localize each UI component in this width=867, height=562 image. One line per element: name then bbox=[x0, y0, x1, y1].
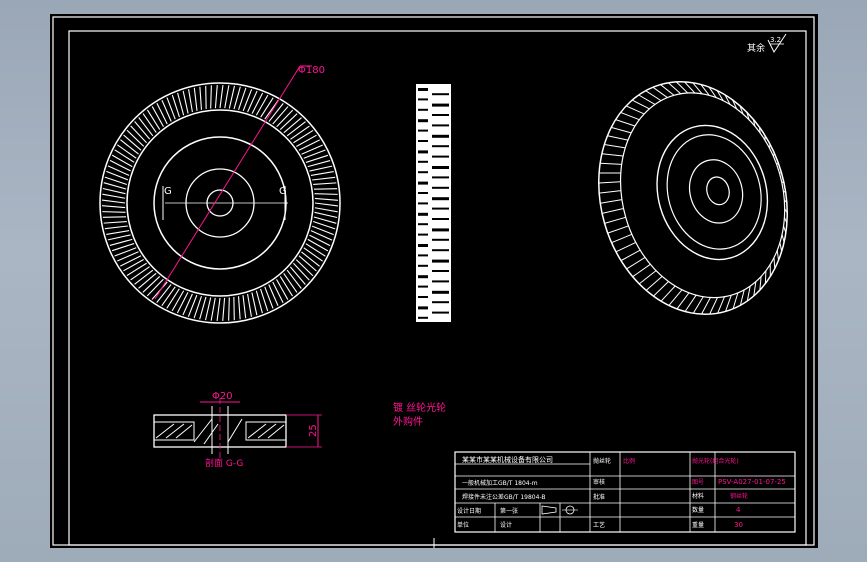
company-line-3: 焊接件未注公差GB/T 19804-B bbox=[462, 493, 546, 501]
label-design-date: 设计日期 bbox=[457, 507, 481, 515]
note-line-1: 镀 丝轮光轮 bbox=[393, 401, 446, 414]
label-sheet: 第一张 bbox=[500, 507, 518, 515]
hub-diameter-label: Φ20 bbox=[212, 391, 233, 402]
title-block: 某某市某某机械设备有限公司 一般机械加工GB/T 1804-m 焊接件未注公差G… bbox=[454, 451, 796, 533]
note-line-2: 外购件 bbox=[393, 415, 423, 428]
section-mark-left: G bbox=[164, 186, 172, 197]
isometric-view-wheel bbox=[598, 81, 788, 315]
label-scale-row: 比例 bbox=[623, 457, 635, 465]
quantity-label: 数量 bbox=[692, 506, 704, 514]
section-view: Φ20 25 剖面 G-G bbox=[153, 391, 322, 469]
cad-drawing: 其余 3.2 G G Φ180 Φ20 25 剖面 G-G 镀 丝轮光轮 外购件… bbox=[52, 16, 815, 548]
weight-value: 30 bbox=[734, 521, 743, 529]
roughness-value: 3.2 bbox=[770, 36, 781, 44]
label-approve: 批准 bbox=[593, 493, 605, 501]
outer-diameter-label: Φ180 bbox=[298, 65, 325, 76]
roughness-symbol: 其余 3.2 bbox=[747, 33, 787, 54]
iso-teeth bbox=[598, 81, 788, 315]
weight-label: 重量 bbox=[692, 521, 704, 529]
material-value: 钢丝轮 bbox=[730, 492, 748, 500]
section-mark-right: G bbox=[279, 186, 287, 197]
label-craft: 工艺 bbox=[593, 521, 605, 529]
material-label: 材料 bbox=[692, 492, 704, 500]
company-line-1: 某某市某某机械设备有限公司 bbox=[462, 455, 553, 464]
label-person: 设计 bbox=[500, 521, 512, 529]
cad-viewport[interactable]: 其余 3.2 G G Φ180 Φ20 25 剖面 G-G 镀 丝轮光轮 外购件… bbox=[50, 14, 818, 548]
height-dim-label: 25 bbox=[308, 424, 319, 437]
quantity-value: 4 bbox=[736, 506, 741, 514]
part-name-value: 抛光轮(组合光轮) bbox=[692, 457, 739, 465]
label-unit: 单位 bbox=[457, 521, 469, 529]
part-name-label: 抛丝轮 bbox=[593, 457, 611, 465]
drawing-no-label: 图号 bbox=[692, 479, 704, 486]
drawing-no-value: PSV-A027-01-07-25 bbox=[718, 478, 786, 486]
diameter-dim-line bbox=[154, 65, 301, 300]
side-view-wheel bbox=[416, 84, 451, 322]
label-check: 审核 bbox=[593, 478, 605, 486]
company-line-2: 一般机械加工GB/T 1804-m bbox=[462, 479, 538, 487]
section-view-label: 剖面 G-G bbox=[205, 457, 243, 469]
front-view-wheel: G G Φ180 bbox=[99, 65, 341, 324]
roughness-label: 其余 bbox=[747, 42, 765, 54]
